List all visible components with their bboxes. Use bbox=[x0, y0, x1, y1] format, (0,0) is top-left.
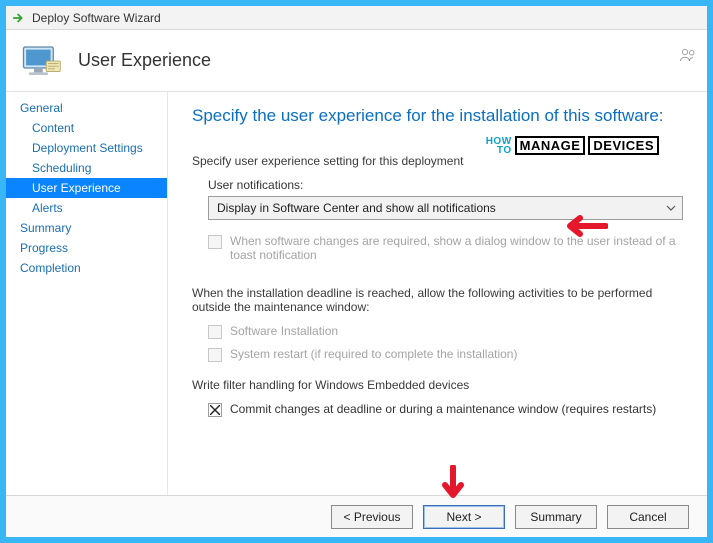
sidebar-item-user-experience[interactable]: User Experience bbox=[6, 178, 167, 198]
annotation-arrow-down-icon bbox=[441, 465, 465, 505]
chevron-down-icon bbox=[666, 203, 676, 213]
header: User Experience bbox=[6, 30, 707, 92]
sidebar: GeneralContentDeployment SettingsSchedul… bbox=[6, 92, 168, 495]
sidebar-item-progress[interactable]: Progress bbox=[6, 238, 167, 258]
sidebar-item-scheduling[interactable]: Scheduling bbox=[6, 158, 167, 178]
embedded-label: Write filter handling for Windows Embedd… bbox=[192, 378, 683, 392]
previous-button[interactable]: < Previous bbox=[331, 505, 413, 529]
sidebar-item-completion[interactable]: Completion bbox=[6, 258, 167, 278]
page-title: User Experience bbox=[78, 50, 211, 71]
footer: < Previous Next > Summary Cancel bbox=[6, 495, 707, 537]
system-restart-checkbox bbox=[208, 348, 222, 362]
toast-checkbox-label: When software changes are required, show… bbox=[230, 234, 683, 262]
notifications-dropdown[interactable]: Display in Software Center and show all … bbox=[208, 196, 683, 220]
deadline-intro: When the installation deadline is reache… bbox=[192, 286, 683, 314]
notifications-label: User notifications: bbox=[208, 178, 683, 192]
system-restart-label: System restart (if required to complete … bbox=[230, 347, 517, 361]
sidebar-item-deployment-settings[interactable]: Deployment Settings bbox=[6, 138, 167, 158]
next-button[interactable]: Next > bbox=[423, 505, 505, 529]
commit-changes-label: Commit changes at deadline or during a m… bbox=[230, 402, 656, 416]
content-heading: Specify the user experience for the inst… bbox=[192, 106, 683, 126]
window-title: Deploy Software Wizard bbox=[32, 11, 161, 25]
sidebar-item-general[interactable]: General bbox=[6, 98, 167, 118]
people-icon bbox=[679, 46, 697, 64]
watermark: HOWTO MANAGE DEVICES bbox=[486, 136, 659, 155]
commit-changes-checkbox[interactable] bbox=[208, 403, 222, 417]
notifications-value: Display in Software Center and show all … bbox=[217, 201, 496, 215]
content-pane: Specify the user experience for the inst… bbox=[168, 92, 707, 495]
annotation-arrow-left-icon bbox=[556, 214, 608, 238]
sidebar-item-content[interactable]: Content bbox=[6, 118, 167, 138]
section-intro: Specify user experience setting for this… bbox=[192, 154, 683, 168]
titlebar: Deploy Software Wizard bbox=[6, 6, 707, 30]
monitor-icon bbox=[20, 40, 62, 82]
wizard-arrow-icon bbox=[12, 11, 26, 25]
summary-button[interactable]: Summary bbox=[515, 505, 597, 529]
sidebar-item-alerts[interactable]: Alerts bbox=[6, 198, 167, 218]
cancel-button[interactable]: Cancel bbox=[607, 505, 689, 529]
toast-checkbox bbox=[208, 235, 222, 249]
sidebar-item-summary[interactable]: Summary bbox=[6, 218, 167, 238]
software-installation-checkbox bbox=[208, 325, 222, 339]
software-installation-label: Software Installation bbox=[230, 324, 338, 338]
